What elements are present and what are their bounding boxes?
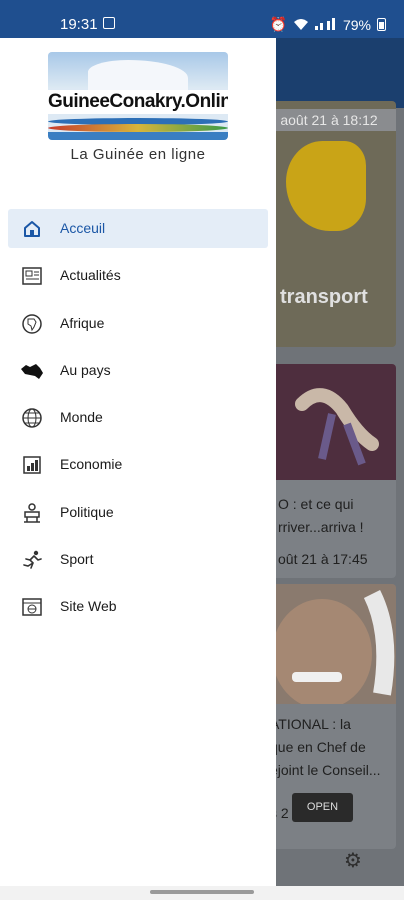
menu-item-acceuil[interactable]: Acceuil [8,209,268,248]
podium-icon [20,501,44,525]
wifi-icon [293,17,309,33]
battery-icon [377,18,386,31]
navigation-drawer: GuineeConakry.Online La Guinée en ligne … [0,38,276,886]
card-image [262,584,396,709]
status-time: 19:31 [60,16,98,33]
card-title-line: ATIONAL : la [270,716,351,732]
card-title-line: ejoint le Conseil... [270,762,381,778]
status-bar: 19:31 ⏰ 79% [0,0,404,38]
menu-item-label: Acceuil [60,220,106,236]
navigation-bar [0,886,404,900]
menu-item-actualites[interactable]: Actualités [8,256,268,295]
menu-item-label: Site Web [60,598,117,615]
menu-item-label: Monde [60,409,103,426]
open-button[interactable]: OPEN [292,793,353,822]
gear-icon[interactable]: ⚙ [344,848,362,873]
menu-item-site-web[interactable]: Site Web [8,587,268,626]
site-logo: GuineeConakry.Online [48,52,228,140]
menu-item-sport[interactable]: Sport [8,540,268,579]
home-icon [20,217,44,241]
news-card[interactable]: août 21 à 18:12 transport [262,101,396,347]
menu-item-label: Economie [60,456,123,473]
africa-map-icon [20,312,44,336]
drawer-menu: Acceuil Actualités Afrique Au pays Monde [8,209,268,635]
card-title-line: O : et ce qui [278,496,354,512]
card-title: transport [280,286,368,308]
card-date: oût 21 à 17:45 [278,551,368,567]
menu-item-label: Actualités [60,267,121,284]
tagline: La Guinée en ligne [70,146,206,163]
menu-item-politique[interactable]: Politique [8,493,268,532]
menu-item-label: Politique [60,503,114,520]
globe-icon [20,406,44,430]
website-icon [20,595,44,619]
logo-text: GuineeConakry.Online [48,90,228,114]
card-title-line: que en Chef de [270,739,366,755]
card-title-line: rriver...arriva ! [278,519,364,535]
menu-item-au-pays[interactable]: Au pays [8,351,268,390]
menu-item-economie[interactable]: Economie [8,445,268,484]
card-date: août 21 à 18:12 [262,109,396,131]
notification-icon [103,17,115,29]
menu-item-label: Afrique [60,314,105,331]
menu-item-label: Au pays [60,361,111,378]
guinea-map-icon [20,359,44,383]
home-gesture-handle[interactable] [150,890,254,894]
economy-icon [20,453,44,477]
battery-percent: 79% [342,16,371,33]
signal-icon [314,17,337,33]
alarm-icon: ⏰ [269,16,287,32]
runner-icon [20,548,44,572]
newspaper-icon [20,264,44,288]
card-image [286,141,366,231]
menu-item-monde[interactable]: Monde [8,398,268,437]
menu-item-afrique[interactable]: Afrique [8,304,268,343]
news-card[interactable]: O : et ce qui rriver...arriva ! oût 21 à… [262,364,396,578]
card-image [262,364,396,480]
status-right: ⏰ 79% [270,16,386,33]
menu-item-label: Sport [60,551,94,568]
